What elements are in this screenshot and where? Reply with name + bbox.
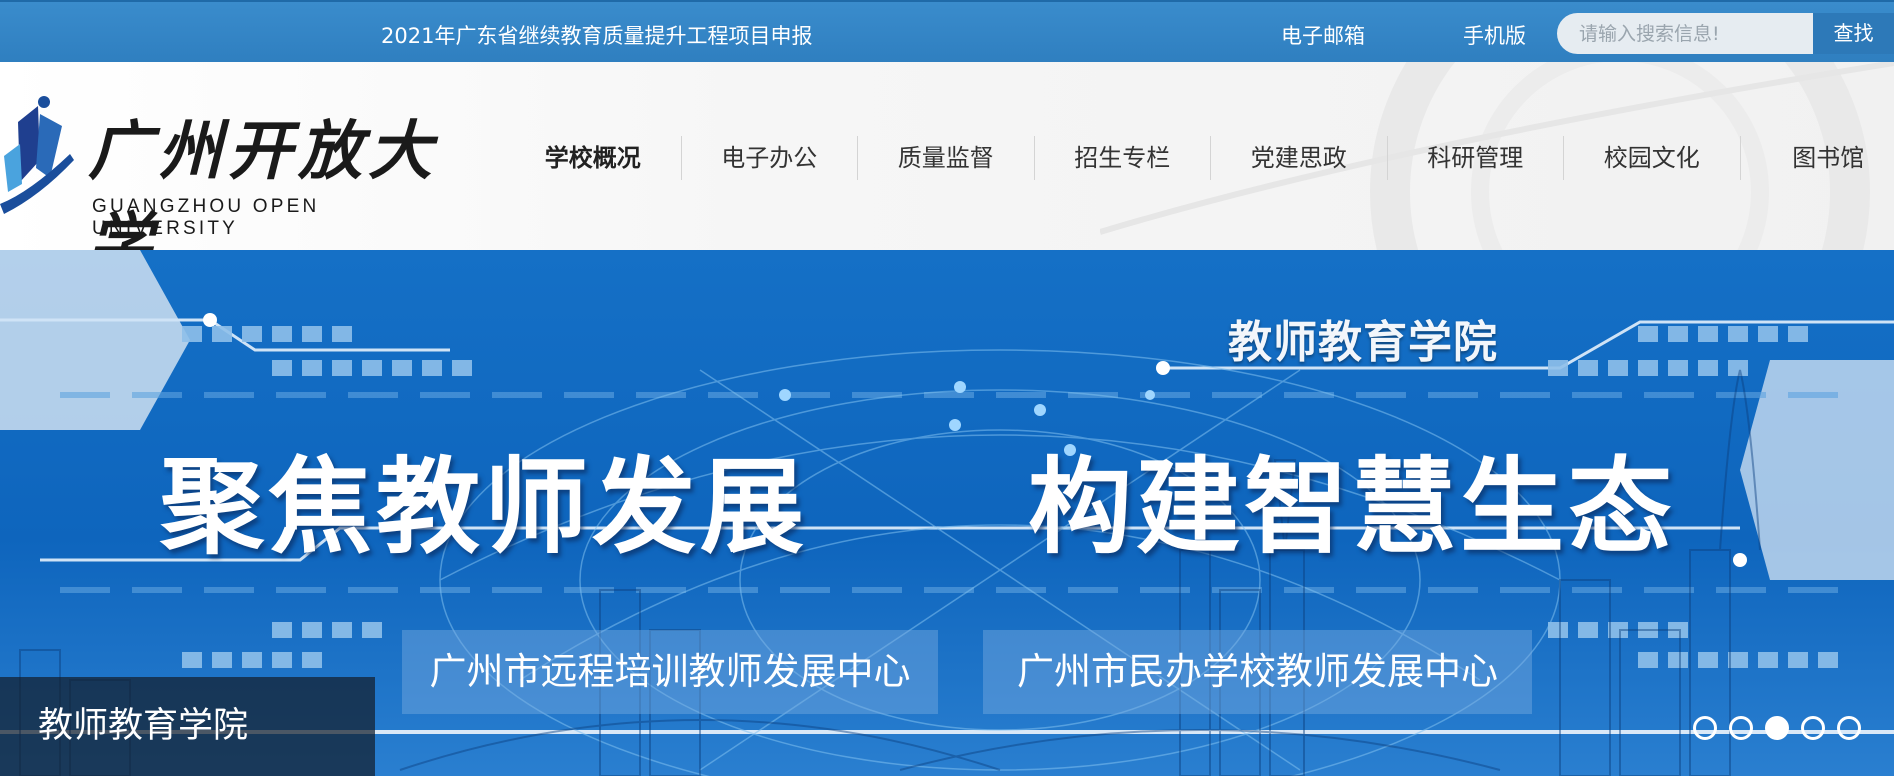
banner-headline-left: 聚焦教师发展 — [160, 446, 809, 568]
nav-item-e-office[interactable]: 电子办公 — [682, 136, 858, 180]
search-button[interactable]: 查找 — [1813, 13, 1894, 54]
nav-item-research[interactable]: 科研管理 — [1388, 136, 1564, 180]
carousel-dot[interactable] — [1837, 716, 1861, 740]
carousel-dot[interactable] — [1801, 716, 1825, 740]
nav-item-quality[interactable]: 质量监督 — [858, 136, 1034, 180]
search-input[interactable] — [1557, 13, 1813, 54]
banner-headline-right: 构建智慧生态 — [1028, 446, 1677, 568]
banner-center-remote-training: 广州市远程培训教师发展中心 — [402, 630, 938, 714]
carousel-pagination — [1693, 716, 1861, 740]
top-bar: 2021年广东省继续教育质量提升工程项目申报 电子邮箱 手机版 查找 — [0, 0, 1894, 62]
hero-banner[interactable]: 教师教育学院 聚焦教师发展 构建智慧生态 广州市远程培训教师发展中心 广州市民办… — [0, 250, 1894, 776]
mobile-version-link[interactable]: 手机版 — [1463, 20, 1526, 50]
site-header: 广州开放大学 GUANGZHOU OPEN UNIVERSITY 学校概况 电子… — [0, 62, 1894, 250]
carousel-dot[interactable] — [1693, 716, 1717, 740]
university-logo[interactable]: 广州开放大学 GUANGZHOU OPEN UNIVERSITY — [0, 96, 470, 250]
email-link[interactable]: 电子邮箱 — [1281, 20, 1365, 50]
notice-link[interactable]: 2021年广东省继续教育质量提升工程项目申报 — [381, 20, 812, 50]
banner-college-title: 教师教育学院 — [1228, 317, 1498, 368]
logo-emblem-icon — [0, 96, 74, 214]
carousel-dot[interactable] — [1729, 716, 1753, 740]
main-nav: 学校概况 电子办公 质量监督 招生专栏 党建思政 科研管理 校园文化 图书馆 — [505, 136, 1894, 180]
nav-item-library[interactable]: 图书馆 — [1741, 136, 1894, 180]
banner-center-private-schools: 广州市民办学校教师发展中心 — [983, 630, 1532, 714]
carousel-dot-active[interactable] — [1765, 716, 1789, 740]
nav-item-culture[interactable]: 校园文化 — [1564, 136, 1740, 180]
nav-item-about[interactable]: 学校概况 — [505, 136, 681, 180]
nav-item-admissions[interactable]: 招生专栏 — [1035, 136, 1211, 180]
nav-item-party[interactable]: 党建思政 — [1211, 136, 1387, 180]
banner-caption[interactable]: 教师教育学院 — [0, 677, 375, 776]
logo-english-name: GUANGZHOU OPEN UNIVERSITY — [92, 196, 320, 239]
